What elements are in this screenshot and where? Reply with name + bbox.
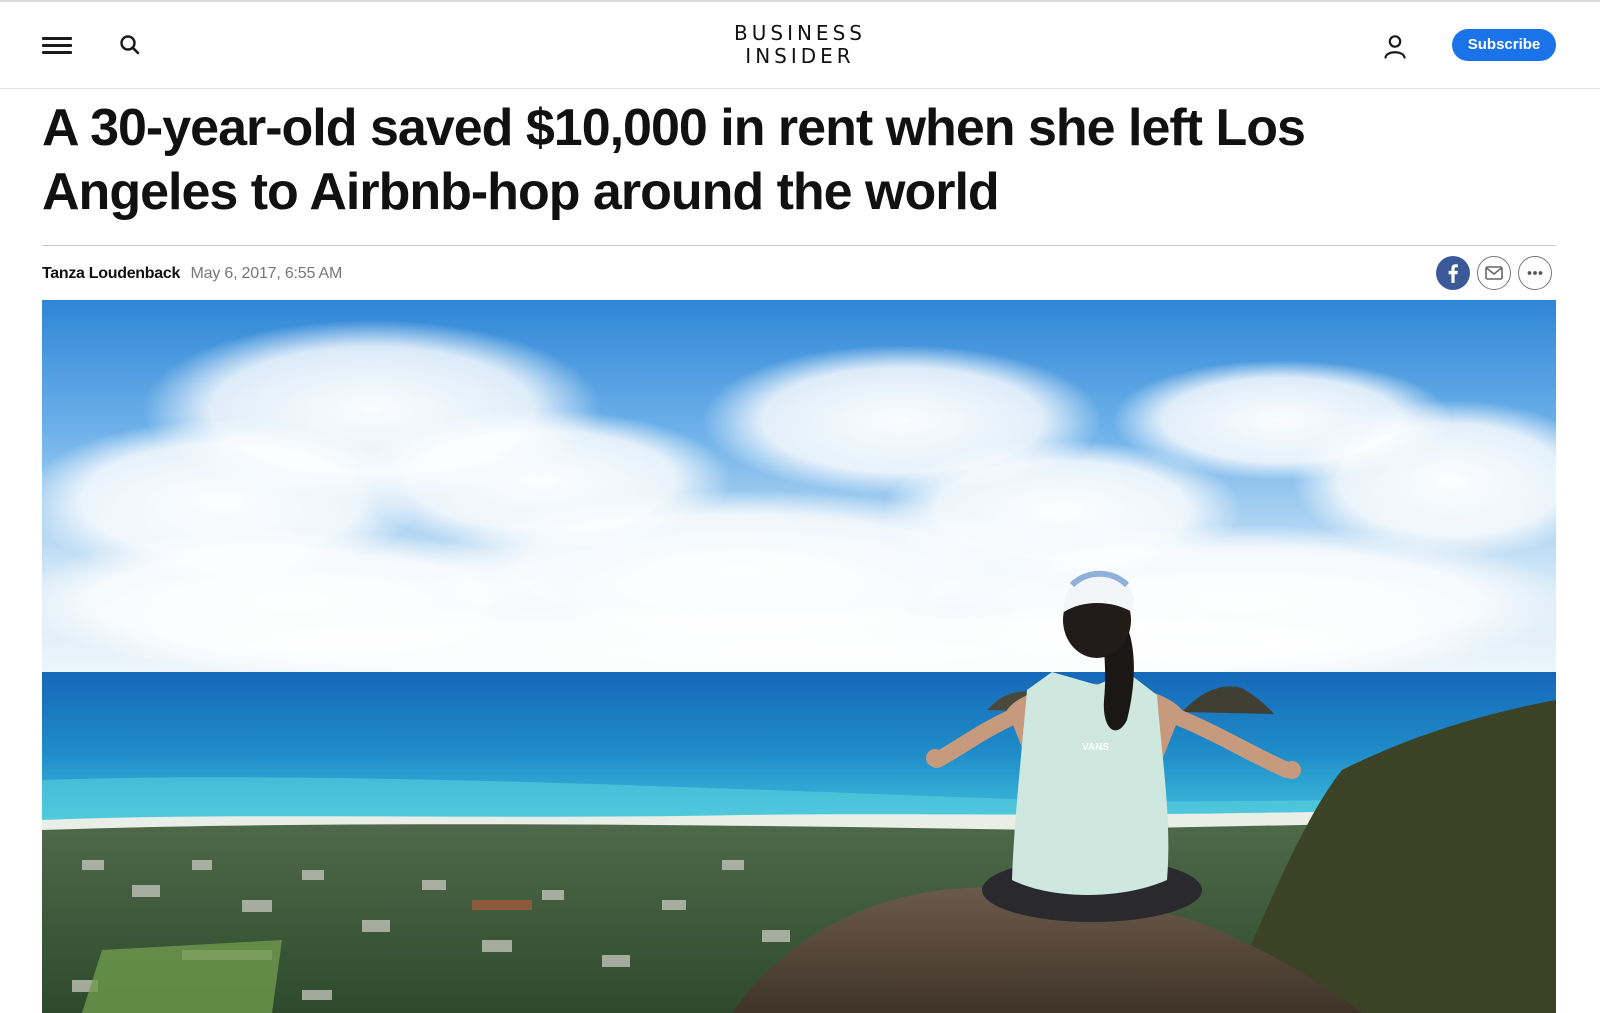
account-button[interactable]	[1382, 33, 1408, 59]
menu-button[interactable]	[42, 33, 74, 57]
shirt-logo-text: VANS	[1082, 742, 1109, 753]
publish-date: May 6, 2017, 6:55 AM	[190, 265, 343, 282]
facebook-icon	[1448, 264, 1458, 283]
site-header: BUSINESS INSIDER Subscribe	[0, 2, 1600, 89]
article-headline: A 30-year-old saved $10,000 in rent when…	[42, 99, 1306, 221]
hamburger-menu-icon-bar	[42, 44, 72, 47]
share-email-button[interactable]	[1477, 256, 1511, 290]
logo-line-insider: INSIDER	[745, 44, 855, 68]
hero-photo: VANS	[42, 300, 1556, 1013]
hamburger-menu-icon	[42, 37, 72, 40]
hamburger-menu-icon-bar	[42, 51, 72, 54]
site-logo[interactable]: BUSINESS INSIDER	[690, 22, 910, 70]
account-icon	[1384, 35, 1406, 59]
email-icon	[1485, 266, 1503, 280]
search-icon	[120, 35, 140, 55]
search-button[interactable]	[118, 33, 142, 57]
subscribe-button[interactable]: Subscribe	[1452, 29, 1556, 61]
clouds	[42, 320, 1556, 695]
share-facebook-button[interactable]	[1436, 256, 1470, 290]
byline: Tanza Loudenback May 6, 2017, 6:55 AM	[42, 264, 342, 284]
more-icon	[1527, 271, 1543, 275]
headline-divider	[42, 245, 1556, 246]
author-name[interactable]: Tanza Loudenback	[42, 265, 180, 282]
logo-line-business: BUSINESS	[734, 21, 866, 45]
hero-photo-illustration: VANS	[42, 300, 1556, 1013]
share-more-button[interactable]	[1518, 256, 1552, 290]
